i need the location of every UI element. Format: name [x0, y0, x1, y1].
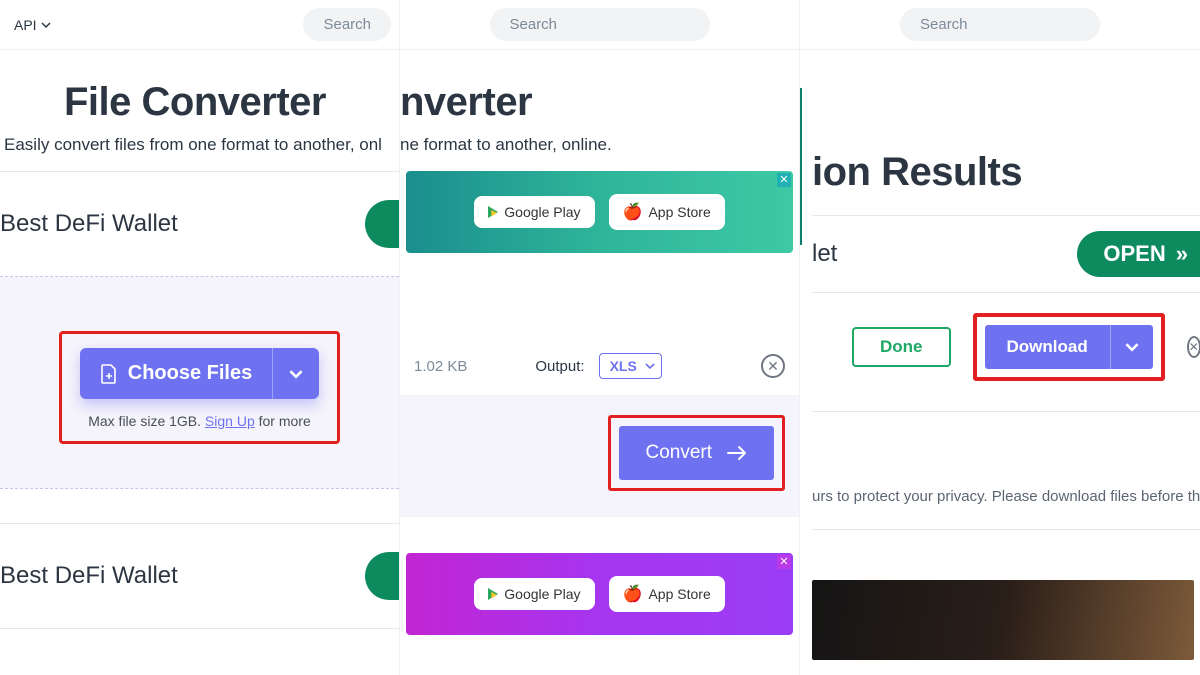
chevron-down-icon — [289, 367, 303, 381]
result-row: Done Download ✕ — [812, 293, 1200, 391]
google-play-chip[interactable]: Google Play — [474, 578, 594, 610]
ad-text-fragment: let — [812, 216, 837, 292]
close-icon[interactable]: ✕ — [777, 173, 791, 187]
play-icon — [488, 588, 498, 600]
file-add-icon — [100, 364, 118, 384]
highlight-box: Download — [973, 313, 1165, 381]
privacy-note: urs to protect your privacy. Please down… — [812, 488, 1200, 505]
convert-button[interactable]: Convert — [619, 426, 774, 480]
download-button[interactable]: Download — [985, 325, 1153, 369]
search-input[interactable]: Search — [303, 8, 391, 41]
download-dropdown[interactable] — [1110, 325, 1153, 369]
open-label: OPEN — [1103, 241, 1165, 267]
ad-open-partial[interactable] — [365, 200, 399, 248]
page-subtitle-fragment: ne format to another, online. — [400, 135, 799, 155]
page-subtitle: Easily convert files from one format to … — [4, 135, 399, 155]
ad-banner-top[interactable]: ✕ Google Play 🍎 App Store — [406, 171, 793, 253]
page-title: File Converter — [64, 80, 399, 125]
convert-label: Convert — [645, 442, 712, 464]
chevron-down-icon — [41, 20, 51, 30]
upload-dropzone[interactable]: Choose Files Max file size 1GB. Sign Up … — [0, 276, 399, 489]
accent-bar — [800, 88, 802, 245]
app-store-chip[interactable]: 🍎 App Store — [609, 194, 725, 230]
choose-files-dropdown[interactable] — [272, 348, 319, 399]
panel-step-3: Search ion Results let OPEN » Done Downl… — [800, 0, 1200, 675]
topbar: API Search — [0, 0, 399, 50]
ad-open-partial[interactable] — [365, 552, 399, 600]
google-play-chip[interactable]: Google Play — [474, 196, 594, 228]
ad-text: Best DeFi Wallet — [0, 562, 178, 590]
api-label: API — [14, 17, 37, 33]
apple-icon: 🍎 — [623, 584, 643, 604]
remove-file-button[interactable]: ✕ — [761, 354, 785, 378]
file-row: 1.02 KB Output: XLS ✕ — [400, 337, 799, 395]
download-label: Download — [985, 325, 1110, 369]
choose-files-label: Choose Files — [128, 362, 252, 385]
signup-link[interactable]: Sign Up — [205, 413, 255, 429]
search-placeholder: Search — [920, 16, 968, 33]
ad-banner-bottom[interactable] — [812, 580, 1194, 660]
ad-defi-row[interactable]: Best DeFi Wallet — [0, 172, 399, 276]
panel-step-1: API Search File Converter Easily convert… — [0, 0, 400, 675]
topbar: Search — [400, 0, 799, 50]
highlight-box: Convert — [608, 415, 785, 491]
choose-files-button[interactable]: Choose Files — [80, 348, 319, 399]
apple-icon: 🍎 — [623, 202, 643, 222]
close-icon[interactable]: ✕ — [777, 555, 791, 569]
status-badge: Done — [852, 327, 951, 367]
api-dropdown[interactable]: API — [8, 13, 57, 37]
search-placeholder: Search — [510, 16, 558, 33]
upload-hint: Max file size 1GB. Sign Up for more — [88, 413, 311, 429]
open-button[interactable]: OPEN » — [1077, 231, 1200, 277]
app-store-chip[interactable]: 🍎 App Store — [609, 576, 725, 612]
chevron-double-right-icon: » — [1176, 241, 1182, 267]
arrow-right-icon — [726, 444, 748, 462]
page-title-fragment: ion Results — [812, 150, 1200, 195]
ad-defi-row-2[interactable]: Best DeFi Wallet — [0, 524, 399, 628]
output-format-select[interactable]: XLS — [599, 353, 662, 379]
search-input[interactable]: Search — [900, 8, 1100, 41]
panel-step-2: Search nverter ne format to another, onl… — [400, 0, 800, 675]
output-label: Output: — [535, 358, 584, 375]
remove-result-button[interactable]: ✕ — [1187, 336, 1200, 358]
play-icon — [488, 206, 498, 218]
search-placeholder: Search — [323, 16, 371, 33]
highlight-box: Choose Files Max file size 1GB. Sign Up … — [59, 331, 340, 444]
ad-text: Best DeFi Wallet — [0, 210, 178, 238]
page-title-fragment: nverter — [400, 80, 799, 125]
ad-banner-bottom[interactable]: ✕ Google Play 🍎 App Store — [406, 553, 793, 635]
convert-area: Convert — [400, 395, 799, 517]
chevron-down-icon — [645, 361, 655, 371]
topbar: Search — [800, 0, 1200, 50]
search-input[interactable]: Search — [490, 8, 710, 41]
chevron-down-icon — [1125, 340, 1139, 354]
file-size: 1.02 KB — [414, 358, 467, 375]
